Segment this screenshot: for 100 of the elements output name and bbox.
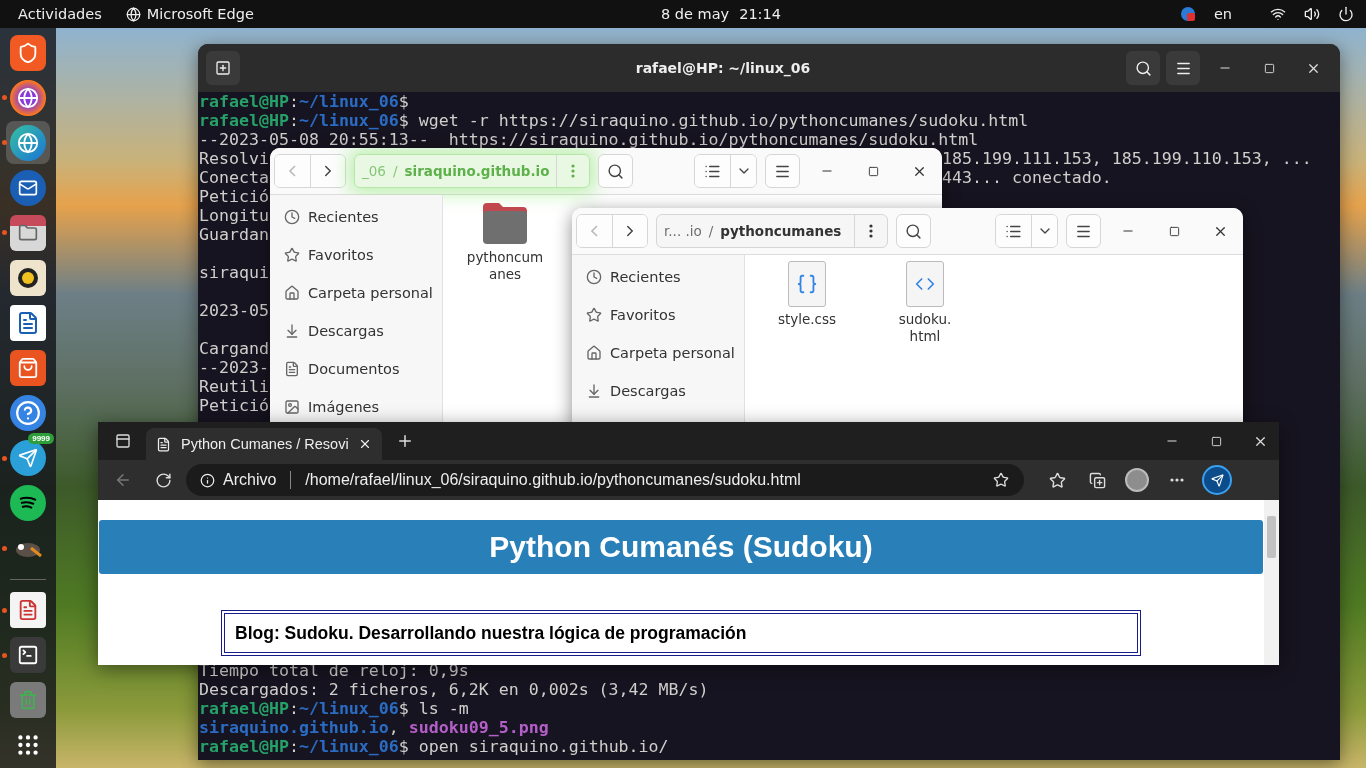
new-tab-button[interactable] [206,51,240,85]
terminal-command: wget -r https://siraquino.github.io/pythoncumanes/sudoku.html [418,111,1029,130]
page-heading: Python Cumanés (Sudoku) [99,520,1263,574]
search-button[interactable] [1126,51,1160,85]
sidebar-item[interactable]: Recientes [572,258,744,296]
sidebar-item[interactable]: Favoritos [572,296,744,334]
downloads-icon [284,323,300,339]
terminal-icon [10,637,46,674]
window-title: rafael@HP: ~/linux_06 [634,60,812,76]
prompt-sign: $ [398,699,409,718]
terminal-output: , [388,718,399,737]
clock-text[interactable]: 21:14 [739,6,781,22]
sidebar-item[interactable]: Carpeta personal [270,274,442,312]
file-item[interactable]: style.css [767,261,847,328]
browser-tab[interactable]: Python Cumanes / Resovi [146,428,382,460]
document-icon [156,436,171,452]
sidebar-item[interactable]: Favoritos [270,236,442,274]
starred-icon [284,247,300,263]
recent-icon [586,269,602,285]
path-segment[interactable]: r... .io [657,223,702,239]
prompt-path: ~/linux_06 [298,92,399,111]
prompt-user: rafael@HP [199,737,289,756]
file-item[interactable]: sudoku.html [885,261,965,345]
folder-icon [481,201,529,245]
power-icon[interactable] [1338,6,1354,22]
search-icon [606,162,624,180]
terminal-output: Guardan [199,225,269,244]
maximize-icon [867,165,879,177]
chevron-left-icon [591,225,598,237]
document-viewer-icon [10,592,46,629]
prompt-sign: $ [398,92,409,111]
prompt-colon: : [288,111,299,130]
search-button[interactable] [896,214,931,248]
path-separator: / [707,223,714,239]
globe-icon [10,79,46,116]
sidebar-item[interactable]: Imágenes [270,388,442,426]
help-icon [10,395,46,432]
paper-plane-icon [10,440,46,477]
terminal-output: Descargados: 2 ficheros, 6,2K en 0,002s (3,42 MB/s) [199,680,709,699]
terminal-entry: sudoku09_5.png [408,718,549,737]
mail-icon [10,169,46,206]
date-text[interactable]: 8 de may [661,6,730,22]
menu-button[interactable] [1166,51,1200,85]
recent-icon [284,209,300,225]
code-icon [906,261,944,307]
address-bar[interactable]: Archivo /home/rafael/linux_06/siraquino.github.io/pythoncumanes/sudoku.html [186,464,1024,496]
shield-icon [10,34,46,71]
terminal-command: ls -m [418,699,469,718]
maximize-icon [1263,62,1275,74]
notification-badge: 9999 [28,432,54,444]
terminal-output: siraqui [199,263,269,282]
prompt-path: ~/linux_06 [298,111,399,130]
starred-icon [586,307,602,323]
speaker-icon [10,259,46,296]
volume-icon[interactable] [1304,6,1320,22]
sidebar-item[interactable]: Recientes [270,198,442,236]
keyboard-layout[interactable]: en [1213,6,1232,22]
star-icon [993,472,1009,488]
panel-icon [115,433,131,449]
pictures-icon [284,399,300,415]
sidebar-item[interactable]: Descargas [572,372,744,410]
prompt-colon: : [288,737,299,756]
more-icon [1170,478,1184,482]
menu-button[interactable] [765,154,800,188]
sidebar-item[interactable]: Documentos [270,350,442,388]
app-menu[interactable]: Microsoft Edge [146,6,254,22]
search-button[interactable] [597,154,633,188]
terminal-output: Petició [199,396,269,415]
blog-title: Blog: Sudoku. Desarrollando nuestra lógica de programación [221,610,1141,656]
chevron-left-icon [289,165,296,177]
activities-button[interactable]: Actividades [18,6,102,22]
menu-button[interactable] [1066,214,1101,248]
sidebar-item[interactable]: Carpeta personal [572,334,744,372]
shopping-bag-icon [10,349,46,386]
document-icon [10,304,46,341]
avatar [1125,468,1149,492]
prompt-colon: : [288,699,299,718]
path-segment[interactable]: pythoncumanes [713,223,848,239]
search-icon [905,222,922,240]
path-bar[interactable]: r... .io / pythoncumanes [656,214,888,248]
star-icon [1048,471,1066,489]
plus-icon [396,432,414,450]
sidebar-item[interactable]: Descargas [270,312,442,350]
prompt-sign: $ [398,111,409,130]
wifi-icon[interactable] [1270,6,1286,22]
terminal-output: --2023- [199,358,269,377]
close-icon [358,437,372,451]
terminal-entry: siraquino.github.io [199,718,389,737]
prompt-path: ~/linux_06 [298,699,399,718]
prompt-colon: : [288,92,299,111]
terminal-output: Longitu [199,206,269,225]
prompt-path: ~/linux_06 [298,737,399,756]
terminal-output: --2023-05-08 20:55:13-- https://siraquino.github.io/pythoncumanes/sudoku.html [199,130,979,149]
kebab-icon [570,164,575,178]
folder-icon [10,214,46,251]
terminal-output: Conecta [199,168,269,187]
terminal-output: 443... conectado. [942,168,1112,187]
tray-app-icon[interactable] [1179,6,1196,22]
scrollbar[interactable] [1264,500,1279,665]
file-item[interactable]: pythoncumanes [465,201,545,283]
